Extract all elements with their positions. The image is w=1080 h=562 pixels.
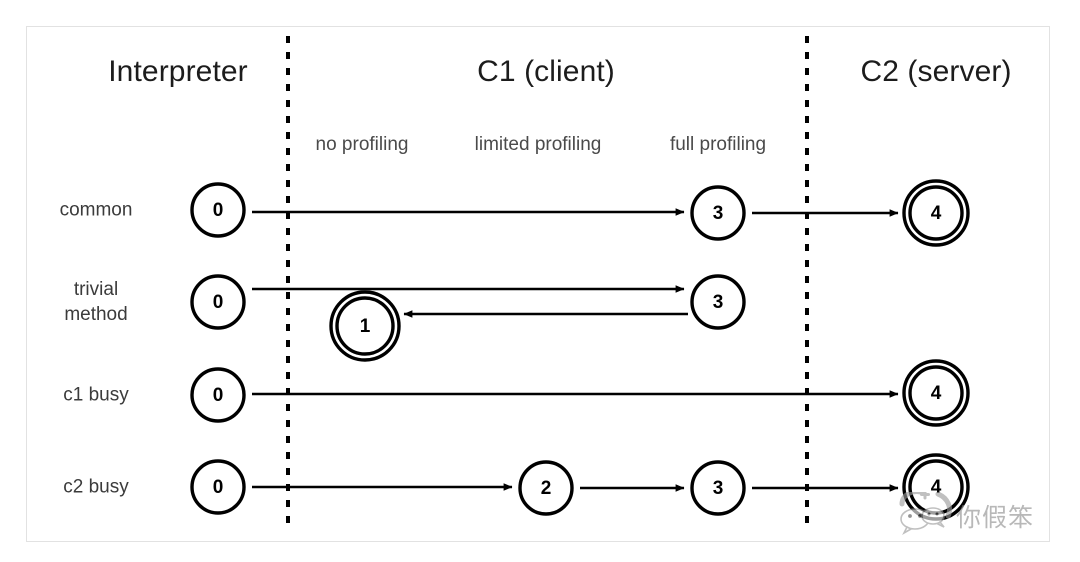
- row-label-c2-busy: c2 busy: [63, 476, 129, 498]
- phase-label-full-profiling: full profiling: [669, 134, 767, 155]
- state-node-label-common-4: 4: [930, 203, 942, 224]
- column-title-c1: C1 (client): [477, 55, 615, 88]
- watermark-text: 你假笨: [956, 503, 1035, 532]
- row-label-trivial-method: trivial method: [64, 278, 128, 325]
- state-node-label-c1busy-4: 4: [930, 383, 942, 404]
- column-title-interpreter: Interpreter: [108, 55, 248, 88]
- state-node-label-common-0: 0: [212, 200, 224, 221]
- state-node-label-c2busy-2: 2: [540, 478, 552, 499]
- phase-label-limited-profiling: limited profiling: [474, 134, 602, 155]
- state-node-label-c2busy-0: 0: [212, 477, 224, 498]
- state-nodes: [190, 179, 970, 521]
- state-node-label-trivial-0: 0: [212, 292, 224, 313]
- row-label-common: common: [59, 199, 133, 221]
- wechat-icon: [899, 489, 953, 536]
- state-node-label-c2busy-3: 3: [712, 478, 724, 499]
- state-node-label-trivial-1: 1: [359, 316, 371, 337]
- phase-label-no-profiling: no profiling: [315, 134, 409, 155]
- state-node-label-common-3: 3: [712, 203, 724, 224]
- watermark: 你假笨: [898, 489, 1048, 540]
- column-title-c2: C2 (server): [860, 55, 1012, 88]
- row-label-c1-busy: c1 busy: [63, 384, 129, 406]
- state-node-label-trivial-3: 3: [712, 292, 724, 313]
- state-node-label-c1busy-0: 0: [212, 385, 224, 406]
